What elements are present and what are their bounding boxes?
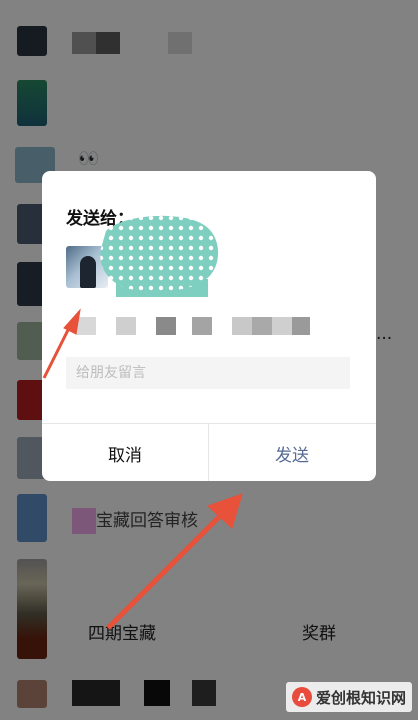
redacted-preview-row — [76, 317, 346, 335]
site-watermark: A 爱创根知识网 — [286, 682, 413, 712]
recipient-name-redacted — [100, 215, 219, 297]
person-silhouette — [80, 256, 96, 288]
watermark-text: 爱创根知识网 — [316, 688, 407, 707]
send-to-dialog: 发送给： 取消 发送 — [42, 171, 376, 481]
cancel-button[interactable]: 取消 — [42, 424, 208, 481]
message-input[interactable] — [66, 357, 350, 389]
send-button[interactable]: 发送 — [209, 424, 375, 481]
dialog-actions: 取消 发送 — [42, 423, 376, 481]
watermark-logo-icon: A — [292, 687, 312, 707]
